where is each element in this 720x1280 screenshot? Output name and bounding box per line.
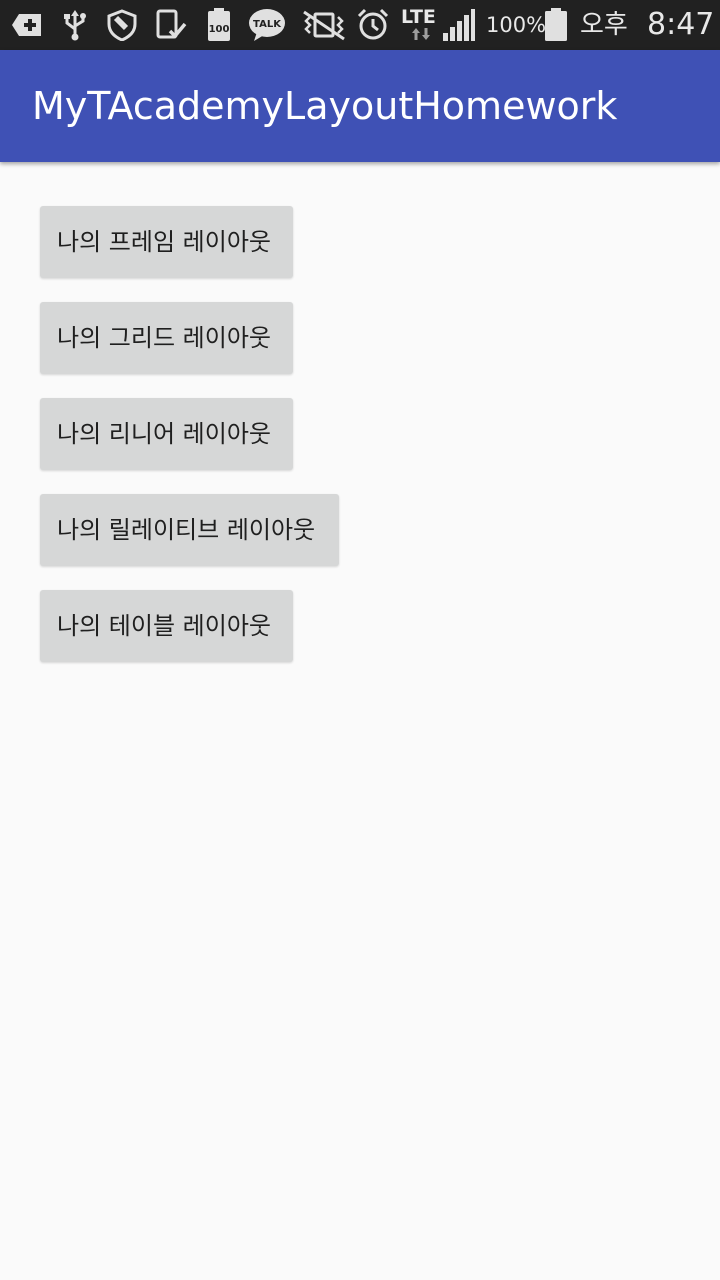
- linear-layout-button[interactable]: 나의 리니어 레이아웃: [40, 398, 293, 470]
- kakao-talk-icon: TALK: [247, 8, 287, 42]
- signal-strength-icon: [440, 8, 476, 42]
- usb-icon: [60, 8, 90, 42]
- clock-time: 8:47: [647, 7, 715, 42]
- battery-icon-label: 100: [209, 24, 230, 35]
- data-transfer-icon: [410, 26, 432, 42]
- security-shield-icon: [104, 8, 140, 42]
- status-bar: 100 TALK LTE 100% 오후 8:47: [0, 0, 720, 50]
- am-pm-label: 오후: [580, 10, 628, 40]
- alarm-clock-icon: [356, 8, 390, 42]
- tablet-check-icon: [154, 8, 188, 42]
- frame-layout-button[interactable]: 나의 프레임 레이아웃: [40, 206, 293, 278]
- battery-100-icon: 100: [204, 8, 234, 42]
- kakao-talk-label: TALK: [253, 19, 282, 30]
- table-layout-button[interactable]: 나의 테이블 레이아웃: [40, 590, 293, 662]
- grid-layout-button[interactable]: 나의 그리드 레이아웃: [40, 302, 293, 374]
- battery-full-icon: [542, 8, 570, 42]
- app-bar: MyTAcademyLayoutHomework: [0, 50, 720, 162]
- relative-layout-button[interactable]: 나의 릴레이티브 레이아웃: [40, 494, 339, 566]
- add-notification-icon: [10, 8, 44, 42]
- button-list: 나의 프레임 레이아웃 나의 그리드 레이아웃 나의 리니어 레이아웃 나의 릴…: [40, 206, 339, 686]
- battery-percent-label: 100%: [486, 13, 547, 37]
- app-title: MyTAcademyLayoutHomework: [32, 84, 618, 128]
- vibrate-mute-icon: [301, 8, 347, 42]
